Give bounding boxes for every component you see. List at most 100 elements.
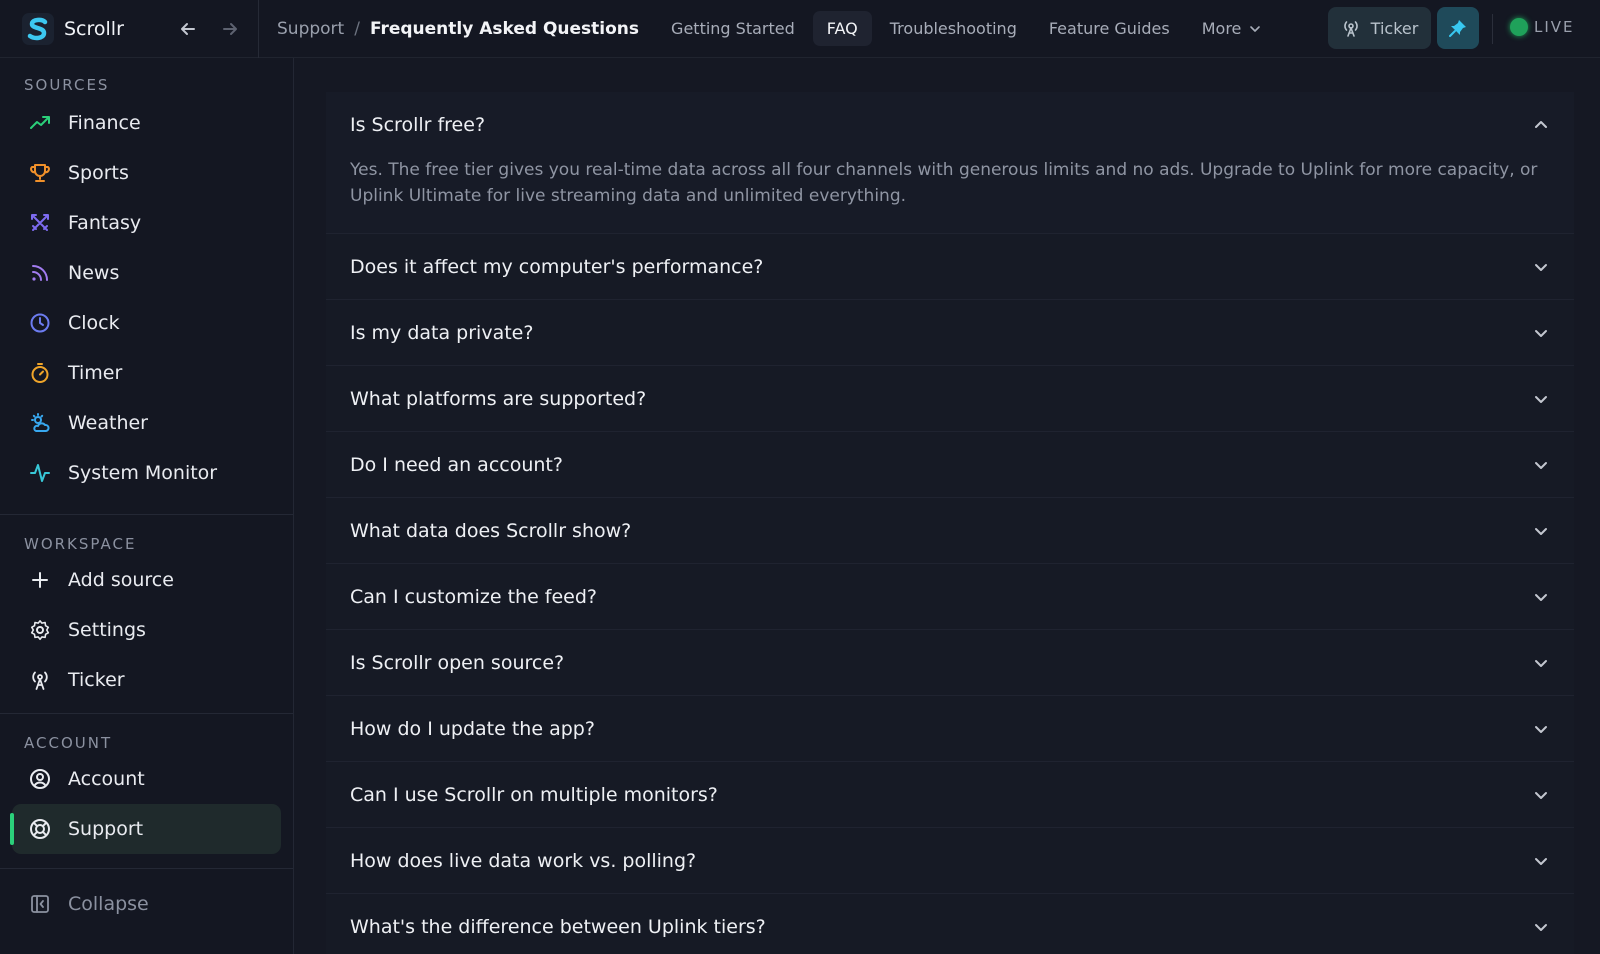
tab-troubleshooting[interactable]: Troubleshooting bbox=[876, 11, 1031, 46]
chevron-down-icon bbox=[1530, 784, 1552, 806]
lifebuoy-icon bbox=[28, 817, 52, 841]
chevron-up-icon bbox=[1530, 114, 1552, 136]
faq-question-toggle[interactable]: Can I customize the feed? bbox=[326, 564, 1574, 629]
sidebar-item-label: Timer bbox=[68, 362, 123, 384]
faq-question-toggle[interactable]: Is my data private? bbox=[326, 300, 1574, 365]
live-dot bbox=[1510, 18, 1528, 36]
sidebar-item-label: Fantasy bbox=[68, 212, 142, 234]
faq-question: How do I update the app? bbox=[350, 717, 595, 740]
faq-list: Is Scrollr free? Yes. The free tier gives… bbox=[326, 92, 1574, 954]
sidebar-item-fantasy[interactable]: Fantasy bbox=[0, 198, 293, 248]
clock-icon bbox=[28, 311, 52, 335]
sidebar-item-timer[interactable]: Timer bbox=[0, 348, 293, 398]
sidebar: SOURCES Finance Sports Fantasy News Cloc… bbox=[0, 58, 294, 954]
faq-item: Is Scrollr open source? bbox=[326, 630, 1574, 696]
app-name: Scrollr bbox=[64, 17, 124, 40]
forward-arrow-icon[interactable] bbox=[218, 17, 242, 41]
tab-faq[interactable]: FAQ bbox=[812, 11, 872, 46]
broadcast-icon bbox=[28, 668, 52, 692]
faq-question: What platforms are supported? bbox=[350, 387, 647, 410]
account-section-title: ACCOUNT bbox=[24, 734, 113, 752]
header-divider bbox=[1492, 14, 1493, 44]
faq-item: How do I update the app? bbox=[326, 696, 1574, 762]
faq-question: Is my data private? bbox=[350, 321, 534, 344]
faq-question-toggle[interactable]: What's the difference between Uplink tie… bbox=[326, 894, 1574, 954]
sidebar-item-label: News bbox=[68, 262, 120, 284]
sidebar-collapse-button[interactable]: Collapse bbox=[0, 879, 293, 929]
sidebar-item-label: Account bbox=[68, 768, 145, 790]
sidebar-item-system-monitor[interactable]: System Monitor bbox=[0, 448, 293, 498]
sidebar-item-account[interactable]: Account bbox=[0, 754, 293, 804]
trending-up-icon bbox=[28, 111, 52, 135]
faq-content: Is Scrollr free? Yes. The free tier gives… bbox=[326, 92, 1574, 954]
sidebar-item-settings[interactable]: Settings bbox=[0, 605, 293, 655]
sidebar-item-finance[interactable]: Finance bbox=[0, 98, 293, 148]
activity-icon bbox=[28, 461, 52, 485]
faq-item: Is Scrollr free? Yes. The free tier gives… bbox=[326, 92, 1574, 234]
brand[interactable]: Scrollr bbox=[0, 0, 160, 58]
faq-item: Can I use Scrollr on multiple monitors? bbox=[326, 762, 1574, 828]
sidebar-item-label: Finance bbox=[68, 112, 141, 134]
faq-question: Is Scrollr open source? bbox=[350, 651, 565, 674]
chevron-down-icon bbox=[1530, 850, 1552, 872]
faq-question-toggle[interactable]: How do I update the app? bbox=[326, 696, 1574, 761]
collapse-label: Collapse bbox=[68, 893, 149, 915]
workspace-section-title: WORKSPACE bbox=[24, 535, 137, 553]
breadcrumb-parent[interactable]: Support bbox=[277, 19, 344, 39]
ticker-button-label: Ticker bbox=[1370, 18, 1419, 38]
faq-question-toggle[interactable]: Does it affect my computer's performance… bbox=[326, 234, 1574, 299]
weather-icon bbox=[28, 411, 52, 435]
crossed-swords-icon bbox=[28, 211, 52, 235]
faq-answer: Yes. The free tier gives you real-time d… bbox=[350, 160, 1538, 206]
sidebar-item-sports[interactable]: Sports bbox=[0, 148, 293, 198]
tab-more-label: More bbox=[1201, 19, 1242, 38]
chevron-down-icon bbox=[1530, 454, 1552, 476]
chevron-down-icon bbox=[1530, 586, 1552, 608]
sidebar-item-clock[interactable]: Clock bbox=[0, 298, 293, 348]
faq-item: Do I need an account? bbox=[326, 432, 1574, 498]
timer-icon bbox=[28, 361, 52, 385]
support-tabs: Getting Started FAQ Troubleshooting Feat… bbox=[657, 11, 1275, 46]
faq-question-toggle[interactable]: Is Scrollr free? bbox=[326, 92, 1574, 157]
chevron-down-icon bbox=[1530, 652, 1552, 674]
tab-more[interactable]: More bbox=[1188, 11, 1276, 46]
sidebar-item-news[interactable]: News bbox=[0, 248, 293, 298]
pin-icon bbox=[1449, 20, 1466, 37]
collapse-sidebar-icon bbox=[28, 892, 52, 916]
sidebar-item-label: System Monitor bbox=[68, 462, 218, 484]
faq-question-toggle[interactable]: Is Scrollr open source? bbox=[326, 630, 1574, 695]
faq-item: Is my data private? bbox=[326, 300, 1574, 366]
tab-getting-started[interactable]: Getting Started bbox=[657, 11, 809, 46]
sidebar-item-label: Add source bbox=[68, 569, 174, 591]
faq-item: How does live data work vs. polling? bbox=[326, 828, 1574, 894]
faq-item: Does it affect my computer's performance… bbox=[326, 234, 1574, 300]
scrollr-logo-icon bbox=[22, 12, 54, 45]
pin-button[interactable] bbox=[1437, 7, 1479, 49]
faq-question-toggle[interactable]: Do I need an account? bbox=[326, 432, 1574, 497]
chevron-down-icon bbox=[1530, 388, 1552, 410]
faq-item: What's the difference between Uplink tie… bbox=[326, 894, 1574, 954]
sidebar-item-support[interactable]: Support bbox=[10, 804, 281, 854]
chevron-down-icon bbox=[1530, 256, 1552, 278]
faq-question: Does it affect my computer's performance… bbox=[350, 255, 764, 278]
back-arrow-icon[interactable] bbox=[176, 17, 200, 41]
live-label: LIVE bbox=[1534, 18, 1575, 36]
breadcrumb: Support / Frequently Asked Questions bbox=[277, 19, 639, 39]
sidebar-item-label: Sports bbox=[68, 162, 129, 184]
sidebar-item-weather[interactable]: Weather bbox=[0, 398, 293, 448]
sidebar-item-ticker[interactable]: Ticker bbox=[0, 655, 293, 705]
faq-question-toggle[interactable]: What data does Scrollr show? bbox=[326, 498, 1574, 563]
sidebar-item-label: Settings bbox=[68, 619, 146, 641]
faq-question-toggle[interactable]: How does live data work vs. polling? bbox=[326, 828, 1574, 893]
gear-icon bbox=[28, 618, 52, 642]
sidebar-item-add-source[interactable]: Add source bbox=[0, 555, 293, 605]
trophy-icon bbox=[28, 161, 52, 185]
faq-question-toggle[interactable]: Can I use Scrollr on multiple monitors? bbox=[326, 762, 1574, 827]
faq-item: What data does Scrollr show? bbox=[326, 498, 1574, 564]
tab-feature-guides[interactable]: Feature Guides bbox=[1035, 11, 1184, 46]
sidebar-item-label: Weather bbox=[68, 412, 148, 434]
sources-section-title: SOURCES bbox=[24, 76, 110, 94]
faq-question-toggle[interactable]: What platforms are supported? bbox=[326, 366, 1574, 431]
ticker-button[interactable]: Ticker bbox=[1328, 7, 1431, 49]
user-circle-icon bbox=[28, 767, 52, 791]
